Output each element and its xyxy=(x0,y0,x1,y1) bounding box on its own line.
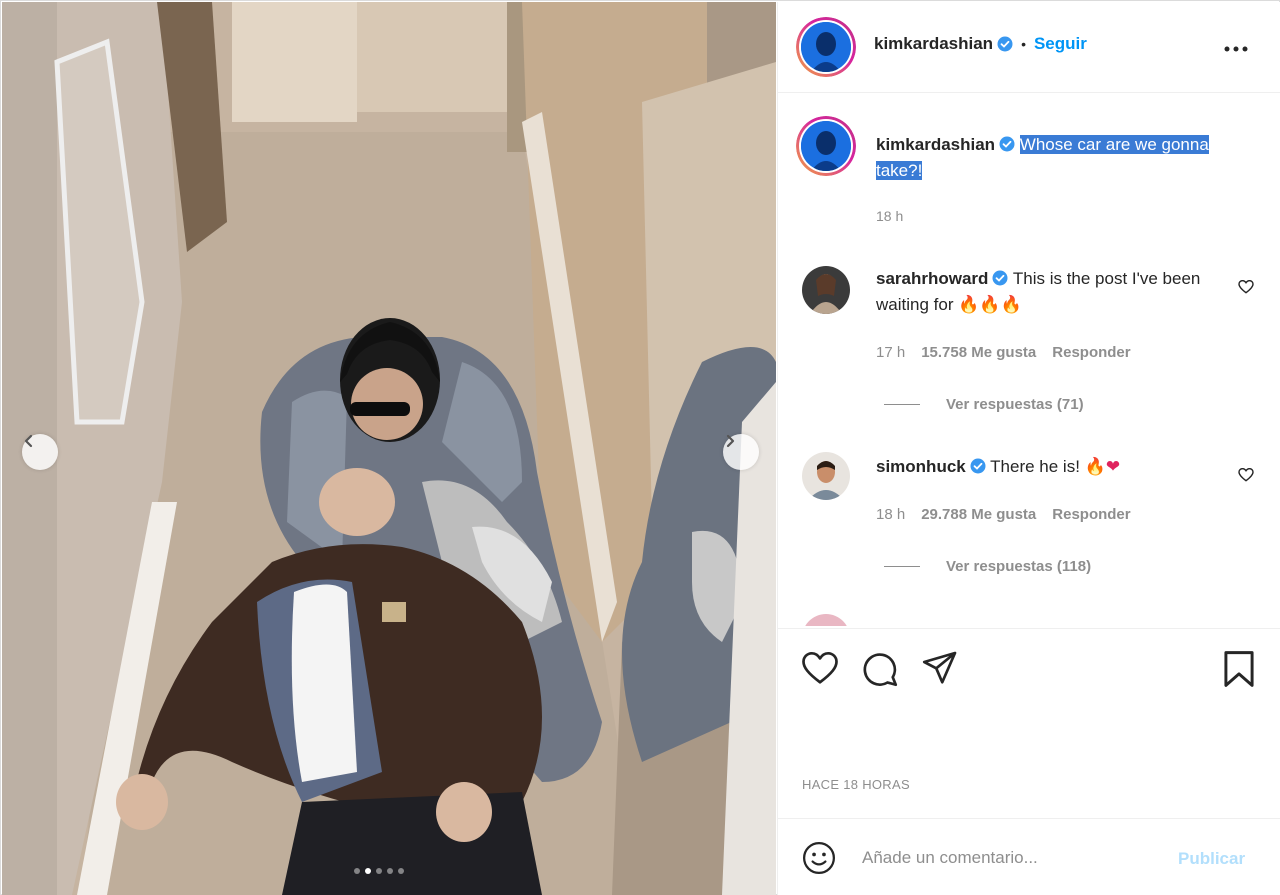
comment-input[interactable] xyxy=(862,843,1162,873)
comment-username[interactable]: sarahrhoward xyxy=(876,269,988,288)
comment-like-icon[interactable] xyxy=(1238,468,1254,482)
post-dialog: kimkardashian • Seguir kimkardashian Who… xyxy=(0,0,1280,895)
share-icon[interactable] xyxy=(922,651,958,685)
publish-button[interactable]: Publicar xyxy=(1178,849,1245,869)
follow-button[interactable]: Seguir xyxy=(1034,34,1087,54)
verified-badge-icon xyxy=(992,270,1008,286)
view-replies-label: Ver respuestas (71) xyxy=(946,396,1084,413)
smiley-icon[interactable] xyxy=(802,841,836,875)
comment-text: There he is! xyxy=(990,457,1080,476)
comment-like-icon[interactable] xyxy=(1238,280,1254,294)
bookmark-icon[interactable] xyxy=(1222,651,1256,687)
caption-username[interactable]: kimkardashian xyxy=(876,135,995,154)
header-user: kimkardashian • Seguir xyxy=(874,34,1087,54)
reply-button[interactable]: Responder xyxy=(1052,344,1130,361)
carousel-dot xyxy=(398,868,404,874)
post-date: HACE 18 HORAS xyxy=(802,777,910,792)
chevron-right-icon xyxy=(726,434,735,448)
reply-button[interactable]: Responder xyxy=(1052,506,1130,523)
fire-heart-emoji: 🔥❤ xyxy=(1084,457,1121,477)
comment-text-block: sarahrhoward This is the post I've been … xyxy=(876,266,1226,318)
carousel-prev-button[interactable] xyxy=(22,434,58,470)
carousel-next-button[interactable] xyxy=(723,434,759,470)
add-comment-bar: Publicar xyxy=(778,818,1280,895)
post-photo[interactable] xyxy=(2,2,776,895)
comment-meta: 18 h 29.788 Me gusta Responder xyxy=(876,506,1131,523)
author-avatar[interactable] xyxy=(796,17,856,77)
chevron-left-icon xyxy=(24,434,33,448)
carousel-dot xyxy=(354,868,360,874)
verified-badge-icon xyxy=(999,136,1015,152)
comment-icon[interactable] xyxy=(862,651,898,687)
fire-emoji: 🔥🔥🔥 xyxy=(958,295,1022,315)
more-options-icon[interactable] xyxy=(1224,46,1248,52)
replies-divider xyxy=(884,404,920,405)
heart-icon[interactable] xyxy=(802,651,838,685)
caption-author-avatar[interactable] xyxy=(796,116,856,176)
carousel-dot xyxy=(387,868,393,874)
caption-text-block: kimkardashian Whose car are we gonna tak… xyxy=(876,132,1246,184)
photo-illustration xyxy=(2,2,776,895)
verified-badge-icon xyxy=(997,36,1013,52)
view-replies-button[interactable]: Ver respuestas (118) xyxy=(884,558,1091,575)
comment-likes[interactable]: 29.788 Me gusta xyxy=(921,506,1036,523)
view-replies-button[interactable]: Ver respuestas (71) xyxy=(884,396,1084,413)
commenter-avatar[interactable] xyxy=(802,614,850,626)
carousel-indicator xyxy=(354,868,404,874)
replies-divider xyxy=(884,566,920,567)
post-actions: HACE 18 HORAS xyxy=(778,628,1280,818)
commenter-avatar[interactable] xyxy=(802,266,850,314)
author-username[interactable]: kimkardashian xyxy=(874,34,993,54)
header-separator: • xyxy=(1021,36,1026,52)
comments-list[interactable]: kimkardashian Whose car are we gonna tak… xyxy=(778,94,1280,626)
post-sidebar: kimkardashian • Seguir kimkardashian Who… xyxy=(777,2,1280,895)
comment-username[interactable]: simonhuck xyxy=(876,457,966,476)
view-replies-label: Ver respuestas (118) xyxy=(946,558,1092,575)
comment-time: 17 h xyxy=(876,344,906,361)
post-header: kimkardashian • Seguir xyxy=(778,2,1280,93)
caption-time: 18 h xyxy=(876,208,904,224)
carousel-dot xyxy=(365,868,371,874)
commenter-avatar[interactable] xyxy=(802,452,850,500)
comment-text-block: simonhuck There he is! 🔥❤ xyxy=(876,454,1226,480)
verified-badge-icon xyxy=(970,458,986,474)
comment-meta: 17 h 15.758 Me gusta Responder xyxy=(876,344,1131,361)
carousel-dot xyxy=(376,868,382,874)
comment-likes[interactable]: 15.758 Me gusta xyxy=(921,344,1036,361)
comment-time: 18 h xyxy=(876,506,906,523)
